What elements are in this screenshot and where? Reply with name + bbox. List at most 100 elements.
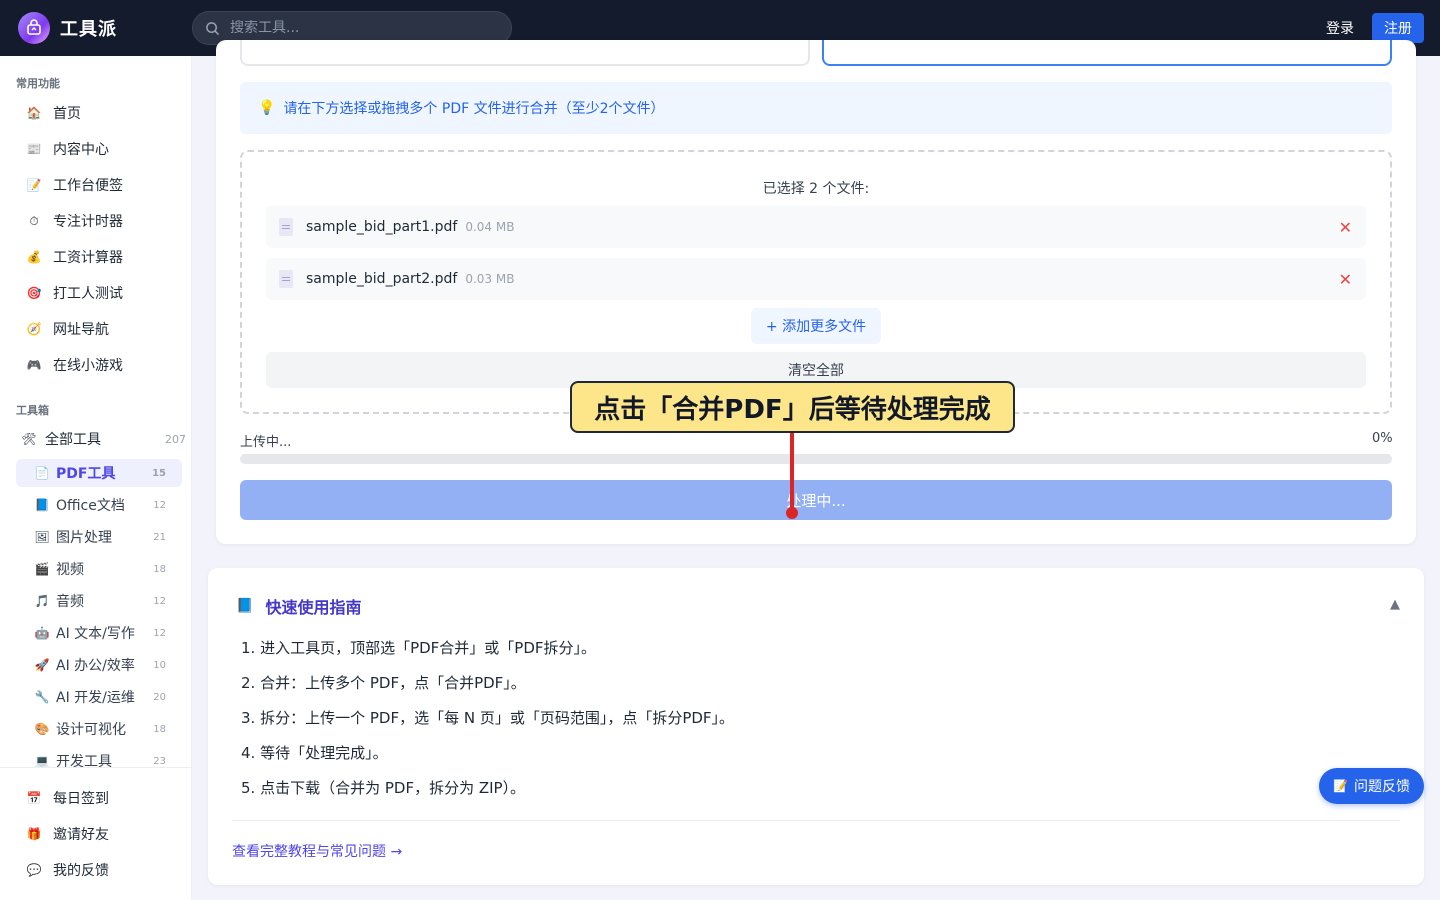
sidebar-item-pdf-tools[interactable]: 📄 PDF工具 15	[16, 459, 182, 487]
sidebar-item-image[interactable]: 🖼 图片处理 21	[16, 523, 182, 551]
sidebar: 常用功能 🏠 首页 📰 内容中心 📝 工作台便签 ⏱ 专注计时器 💰 工资计算器 🎯 打工人…	[0, 56, 192, 900]
upload-status: 上传中...	[240, 435, 292, 450]
nav-item-games[interactable]: 🎮 在线小游戏	[16, 350, 182, 380]
nav-item-worker-test[interactable]: 🎯 打工人测试	[16, 278, 182, 308]
search-input[interactable]	[230, 20, 490, 36]
register-button[interactable]: 注册	[1372, 13, 1424, 43]
tool-item-label: 图片处理	[56, 530, 112, 546]
nav-item-label: 首页	[53, 106, 81, 122]
sidebar-item-office[interactable]: 📘 Office文档 12	[16, 491, 182, 519]
hint-text: 请在下方选择或拖拽多个 PDF 文件进行合并（至少2个文件）	[283, 101, 665, 117]
logo-icon	[18, 12, 50, 44]
guide-step: 3. 拆分：上传一个 PDF，选「每 N 页」或「页码范围」，点「拆分PDF」。	[241, 709, 735, 727]
logo[interactable]: 工具派	[18, 12, 117, 44]
merge-hint: 💡 请在下方选择或拖拽多个 PDF 文件进行合并（至少2个文件）	[240, 82, 1392, 134]
nav-item-label: 工资计算器	[53, 250, 123, 266]
selected-count: 已选择 2 个文件:	[762, 181, 870, 197]
sidebar-item-all-tools[interactable]: 🛠 全部工具 207	[16, 425, 191, 453]
nav-item-home[interactable]: 🏠 首页	[16, 98, 182, 128]
file-name: sample_bid_part1.pdf	[306, 219, 458, 235]
file-row: sample_bid_part2.pdf 0.03 MB ✕	[266, 258, 1366, 300]
guide-title[interactable]: 📘 快速使用指南	[236, 594, 361, 618]
tool-count: 18	[153, 563, 166, 575]
file-size: 0.03 MB	[465, 272, 515, 286]
tools-icon: 🛠	[21, 432, 37, 446]
tool-item-label: 设计可视化	[56, 722, 126, 738]
sidebar-item-design[interactable]: 🎨 设计可视化 18	[16, 715, 182, 743]
nav-item-label: 打工人测试	[53, 286, 123, 302]
guide-step: 4. 等待「处理完成」。	[241, 744, 388, 762]
file-icon	[279, 218, 293, 236]
tool-item-label: 全部工具	[45, 432, 101, 448]
tool-item-label: AI 开发/运维	[56, 690, 135, 706]
file-size: 0.04 MB	[465, 220, 515, 234]
memo-icon: 📝	[1333, 779, 1348, 793]
nav-item-my-feedback[interactable]: 💬 我的反馈	[16, 855, 182, 885]
remove-file-icon[interactable]: ✕	[1339, 270, 1352, 289]
memo-icon: 📝	[26, 178, 42, 192]
target-icon: 🎯	[26, 286, 42, 300]
remove-file-icon[interactable]: ✕	[1339, 218, 1352, 237]
picture-icon: 🖼	[34, 530, 50, 544]
tool-count: 12	[153, 627, 166, 639]
guide-step: 2. 合并：上传多个 PDF，点「合并PDF」。	[241, 674, 526, 692]
stopwatch-icon: ⏱	[29, 213, 39, 228]
guide-step: 1. 进入工具页，顶部选「PDF合并」或「PDF拆分」。	[241, 639, 597, 657]
upload-progress-bar	[240, 454, 1392, 464]
add-more-files-button[interactable]: + 添加更多文件	[751, 308, 881, 344]
login-link[interactable]: 登录	[1326, 18, 1354, 38]
nav-item-timer[interactable]: ⏱ 专注计时器	[16, 206, 182, 236]
collapse-icon[interactable]: ▲	[1390, 597, 1400, 612]
sidebar-item-video[interactable]: 🎬 视频 18	[16, 555, 182, 583]
newspaper-icon: 📰	[26, 142, 42, 156]
tool-count: 18	[153, 723, 166, 735]
nav-item-invite[interactable]: 🎁 邀请好友	[16, 819, 182, 849]
gamepad-icon: 🎮	[26, 358, 42, 372]
feedback-button[interactable]: 📝 问题反馈	[1319, 768, 1424, 804]
nav-item-checkin[interactable]: 📅 每日签到	[16, 783, 182, 813]
tool-item-label: 视频	[56, 562, 84, 578]
nav-item-label: 在线小游戏	[53, 358, 123, 374]
section-title-common: 常用功能	[16, 77, 60, 90]
sidebar-item-audio[interactable]: 🎵 音频 12	[16, 587, 182, 615]
mode-tab-split[interactable]	[240, 40, 810, 66]
tool-count: 23	[153, 755, 166, 767]
nav-item-salary[interactable]: 💰 工资计算器	[16, 242, 182, 272]
sidebar-item-ai-office[interactable]: 🚀 AI 办公/效率 10	[16, 651, 182, 679]
gift-icon: 🎁	[26, 827, 42, 841]
search-icon	[206, 21, 220, 35]
tool-count: 10	[153, 659, 166, 671]
annotation-pointer-line	[790, 433, 794, 511]
nav-item-label: 邀请好友	[53, 827, 109, 843]
lightbulb-icon: 💡	[258, 100, 276, 116]
full-tutorial-link[interactable]: 查看完整教程与常见问题 →	[232, 841, 402, 861]
nav-item-label: 内容中心	[53, 142, 109, 158]
sidebar-item-ai-writing[interactable]: 🤖 AI 文本/写作 12	[16, 619, 182, 647]
money-bag-icon: 💰	[26, 250, 42, 264]
palette-icon: 🎨	[34, 722, 50, 736]
quick-guide-card: 📘 快速使用指南 ▲ 1. 进入工具页，顶部选「PDF合并」或「PDF拆分」。 …	[208, 568, 1424, 885]
book-icon: 📘	[34, 498, 50, 512]
book-icon: 📘	[236, 598, 254, 614]
compass-icon: 🧭	[26, 322, 42, 336]
tool-count: 12	[153, 499, 166, 511]
processing-button[interactable]: 处理中...	[240, 480, 1392, 520]
annotation-callout: 点击「合并PDF」后等待处理完成	[570, 381, 1015, 433]
sidebar-item-ai-devops[interactable]: 🔧 AI 开发/运维 20	[16, 683, 182, 711]
mode-tab-merge[interactable]	[822, 40, 1392, 66]
nav-item-notes[interactable]: 📝 工作台便签	[16, 170, 182, 200]
file-name: sample_bid_part2.pdf	[306, 271, 458, 287]
divider	[232, 820, 1400, 821]
annotation-pointer-dot	[786, 507, 798, 519]
rocket-icon: 🚀	[34, 658, 50, 672]
nav-item-label: 网址导航	[53, 322, 109, 338]
tool-count: 207	[165, 432, 186, 446]
feedback-label: 问题反馈	[1353, 779, 1410, 795]
home-icon: 🏠	[26, 106, 42, 120]
nav-item-label: 专注计时器	[53, 214, 123, 230]
laptop-icon: 💻	[34, 754, 50, 768]
speech-bubble-icon: 💬	[26, 863, 42, 877]
nav-item-content[interactable]: 📰 内容中心	[16, 134, 182, 164]
file-dropzone[interactable]: 已选择 2 个文件: sample_bid_part1.pdf 0.04 MB …	[240, 150, 1392, 414]
nav-item-url-nav[interactable]: 🧭 网址导航	[16, 314, 182, 344]
